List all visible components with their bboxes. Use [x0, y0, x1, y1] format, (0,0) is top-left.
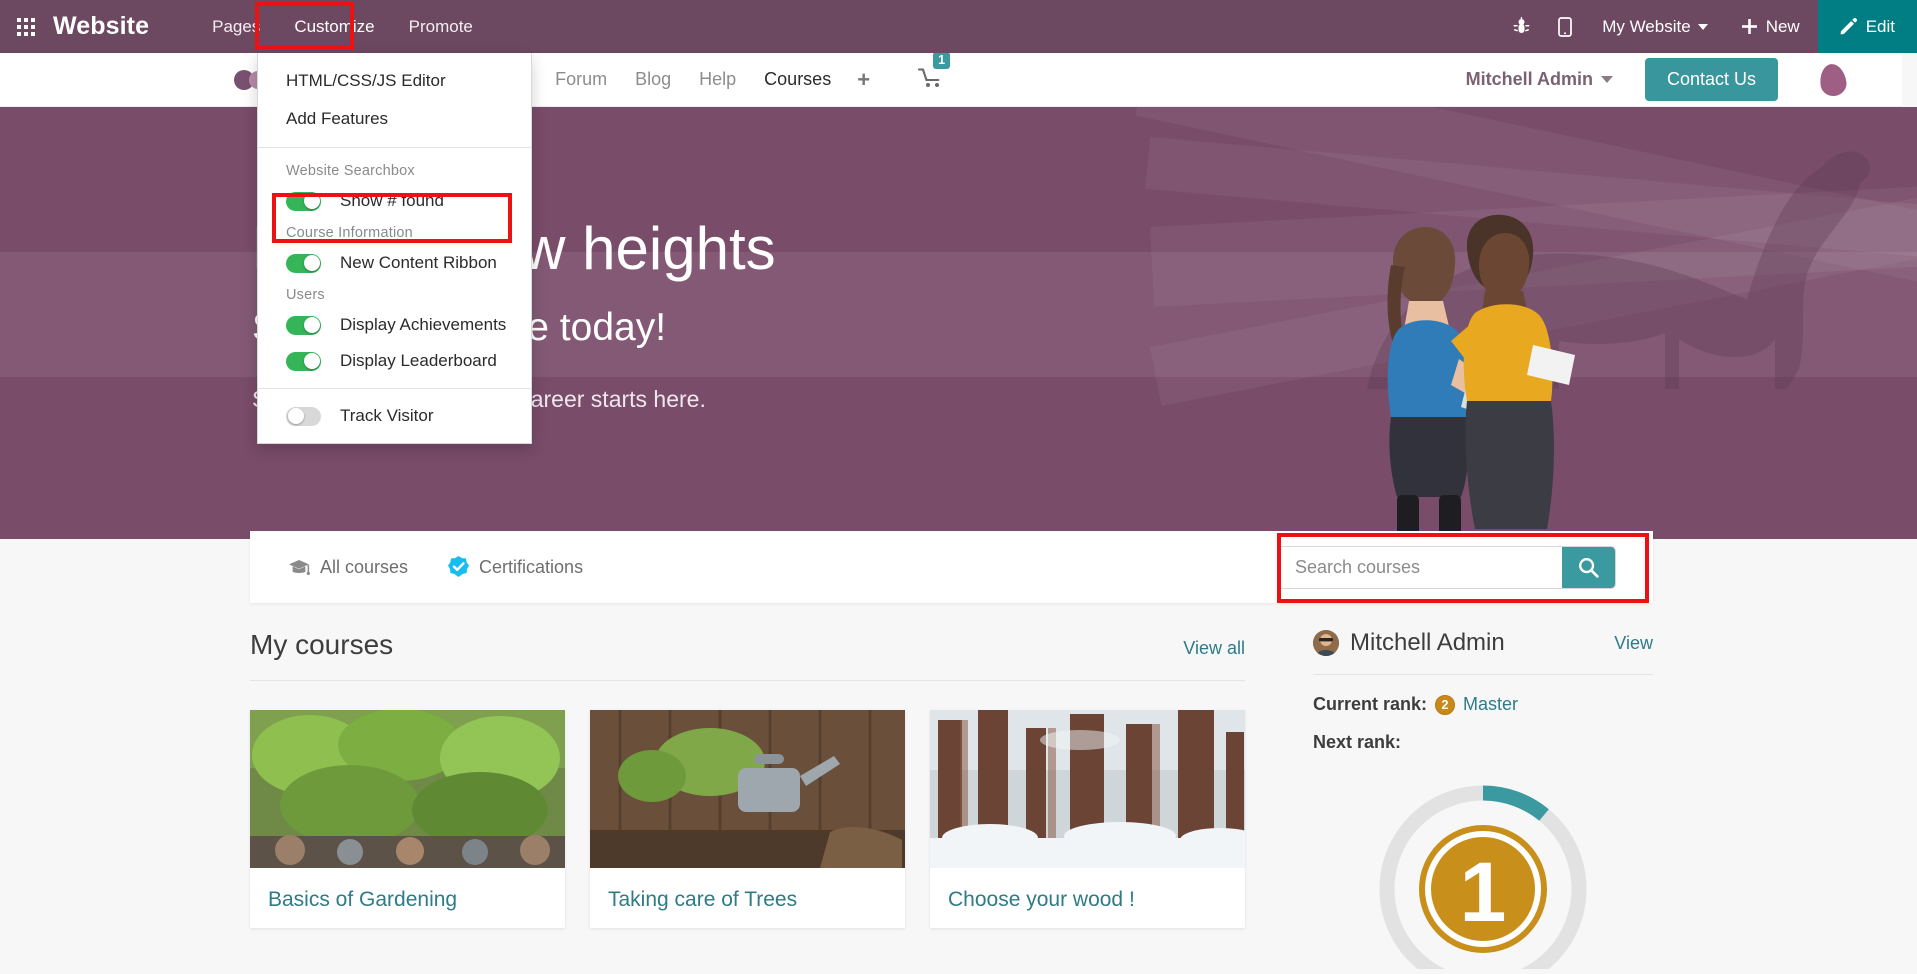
certificate-check-icon	[448, 556, 470, 577]
chevron-down-icon	[1697, 23, 1708, 30]
tab-certifications[interactable]: Certifications	[448, 556, 583, 578]
toggle-show-number-found[interactable]: Show # found	[258, 183, 531, 219]
search-button[interactable]	[1562, 546, 1615, 588]
shopping-cart-button[interactable]: 1	[914, 51, 951, 97]
course-card-title[interactable]: Choose your wood !	[930, 868, 1245, 928]
site-nav-help[interactable]: Help	[685, 63, 750, 96]
edit-button-label: Edit	[1865, 16, 1895, 36]
group-course-information-label: Course Information	[286, 225, 413, 241]
toggle-track-visitor-label: Track Visitor	[340, 406, 434, 425]
menu-divider-1	[258, 147, 531, 148]
toggle-track-visitor-switch[interactable]	[286, 406, 321, 426]
mobile-preview-icon[interactable]	[1544, 0, 1586, 53]
app-name[interactable]: Website	[53, 12, 149, 41]
toggle-new-content-ribbon[interactable]: New Content Ribbon	[258, 245, 531, 281]
rank-badge-number: 1	[1460, 845, 1507, 939]
course-thumbnail	[250, 710, 565, 868]
website-selector-label: My Website	[1602, 16, 1691, 36]
search-input[interactable]	[1279, 546, 1562, 588]
shopping-cart-icon	[918, 67, 940, 87]
site-user-menu[interactable]: Mitchell Admin	[1466, 69, 1613, 90]
course-tabs-bar: All courses Certifications	[250, 531, 1653, 603]
odoo-bar-right-group: My Website New Edit	[1499, 0, 1917, 53]
course-thumbnail	[590, 710, 905, 868]
group-users-label: Users	[286, 287, 325, 303]
toggle-display-achievements[interactable]: Display Achievements	[258, 307, 531, 343]
toggle-show-number-found-switch[interactable]	[286, 191, 321, 211]
main-content: My courses View all Basics of Gardening …	[0, 603, 1917, 974]
current-rank-label: Current rank:	[1313, 694, 1428, 714]
tab-all-courses-label: All courses	[320, 556, 409, 577]
new-button[interactable]: New	[1724, 0, 1818, 53]
course-card-choose-your-wood[interactable]: Choose your wood !	[930, 710, 1245, 928]
my-courses-section: My courses View all Basics of Gardening …	[250, 629, 1245, 928]
course-search-group	[1278, 545, 1616, 589]
profile-view-link[interactable]: View	[1614, 633, 1653, 654]
plus-icon[interactable]: +	[845, 65, 882, 95]
pencil-icon	[1840, 18, 1857, 35]
toggle-track-visitor[interactable]: Track Visitor	[258, 398, 531, 434]
students-illustration	[1387, 214, 1575, 535]
website-header-right: Mitchell Admin Contact Us	[1466, 58, 1902, 101]
cart-count-badge: 1	[933, 51, 951, 70]
toggle-new-content-ribbon-label: New Content Ribbon	[340, 253, 497, 272]
page-title: My courses	[250, 629, 394, 660]
top-menu-customize[interactable]: Customize	[277, 3, 391, 51]
rank-medal-badge: 2	[1435, 694, 1456, 715]
bug-icon[interactable]	[1499, 0, 1544, 53]
course-card-basics-of-gardening[interactable]: Basics of Gardening	[250, 710, 565, 928]
course-card-title[interactable]: Basics of Gardening	[250, 868, 565, 928]
toggle-display-leaderboard-switch[interactable]	[286, 351, 321, 371]
group-website-searchbox-label: Website Searchbox	[286, 163, 415, 179]
site-nav-courses[interactable]: Courses	[750, 63, 845, 96]
top-menu-promote[interactable]: Promote	[392, 3, 490, 51]
tab-all-courses[interactable]: All courses	[288, 557, 408, 578]
current-rank-name: Master	[1463, 694, 1519, 714]
chevron-down-icon	[1600, 76, 1613, 83]
edit-button[interactable]: Edit	[1817, 0, 1917, 53]
current-rank-row: Current rank: 2 Master	[1313, 694, 1653, 715]
course-card-taking-care-of-trees[interactable]: Taking care of Trees	[590, 710, 905, 928]
new-button-label: New	[1765, 16, 1800, 36]
menu-item-add-features[interactable]: Add Features	[258, 100, 531, 138]
water-drop-icon	[1817, 61, 1849, 98]
graduation-cap-icon	[289, 559, 310, 575]
website-selector[interactable]: My Website	[1586, 0, 1724, 53]
toggle-display-achievements-switch[interactable]	[286, 315, 321, 335]
my-courses-header: My courses View all	[250, 629, 1245, 681]
tab-certifications-label: Certifications	[479, 556, 584, 577]
site-user-label: Mitchell Admin	[1465, 69, 1593, 89]
course-card-title[interactable]: Taking care of Trees	[590, 868, 905, 928]
user-profile-panel: Mitchell Admin View Current rank: 2 Mast…	[1313, 629, 1653, 974]
next-rank-progress: 1	[1363, 769, 1603, 974]
course-thumbnail	[930, 710, 1245, 868]
next-rank-label: Next rank:	[1313, 732, 1402, 752]
search-icon	[1579, 557, 1599, 578]
toggle-show-number-found-label: Show # found	[340, 191, 444, 210]
toggle-display-achievements-label: Display Achievements	[340, 315, 507, 334]
rank-progress-ring: 1	[1379, 785, 1587, 974]
view-all-link[interactable]: View all	[1183, 638, 1245, 659]
site-nav-blog[interactable]: Blog	[621, 63, 685, 96]
customize-dropdown: HTML/CSS/JS Editor Add Features Website …	[257, 53, 532, 444]
avatar	[1313, 630, 1339, 656]
apps-grid-icon[interactable]	[17, 17, 35, 36]
top-menu-pages[interactable]: Pages	[195, 3, 277, 51]
toggle-new-content-ribbon-switch[interactable]	[286, 253, 321, 273]
profile-user-name: Mitchell Admin	[1350, 629, 1505, 656]
menu-divider-2	[258, 388, 531, 389]
contact-us-button[interactable]: Contact Us	[1644, 58, 1778, 101]
toggle-display-leaderboard[interactable]: Display Leaderboard	[258, 343, 531, 379]
odoo-top-bar: Website Pages Customize Promote My Websi…	[0, 0, 1917, 53]
plus-icon	[1741, 19, 1757, 34]
profile-header: Mitchell Admin View	[1313, 629, 1653, 675]
site-nav-forum[interactable]: Forum	[541, 63, 621, 96]
toggle-display-leaderboard-label: Display Leaderboard	[340, 351, 497, 370]
course-card-list: Basics of Gardening Taking care of Trees…	[250, 710, 1245, 928]
menu-item-html-css-js-editor[interactable]: HTML/CSS/JS Editor	[258, 62, 531, 100]
